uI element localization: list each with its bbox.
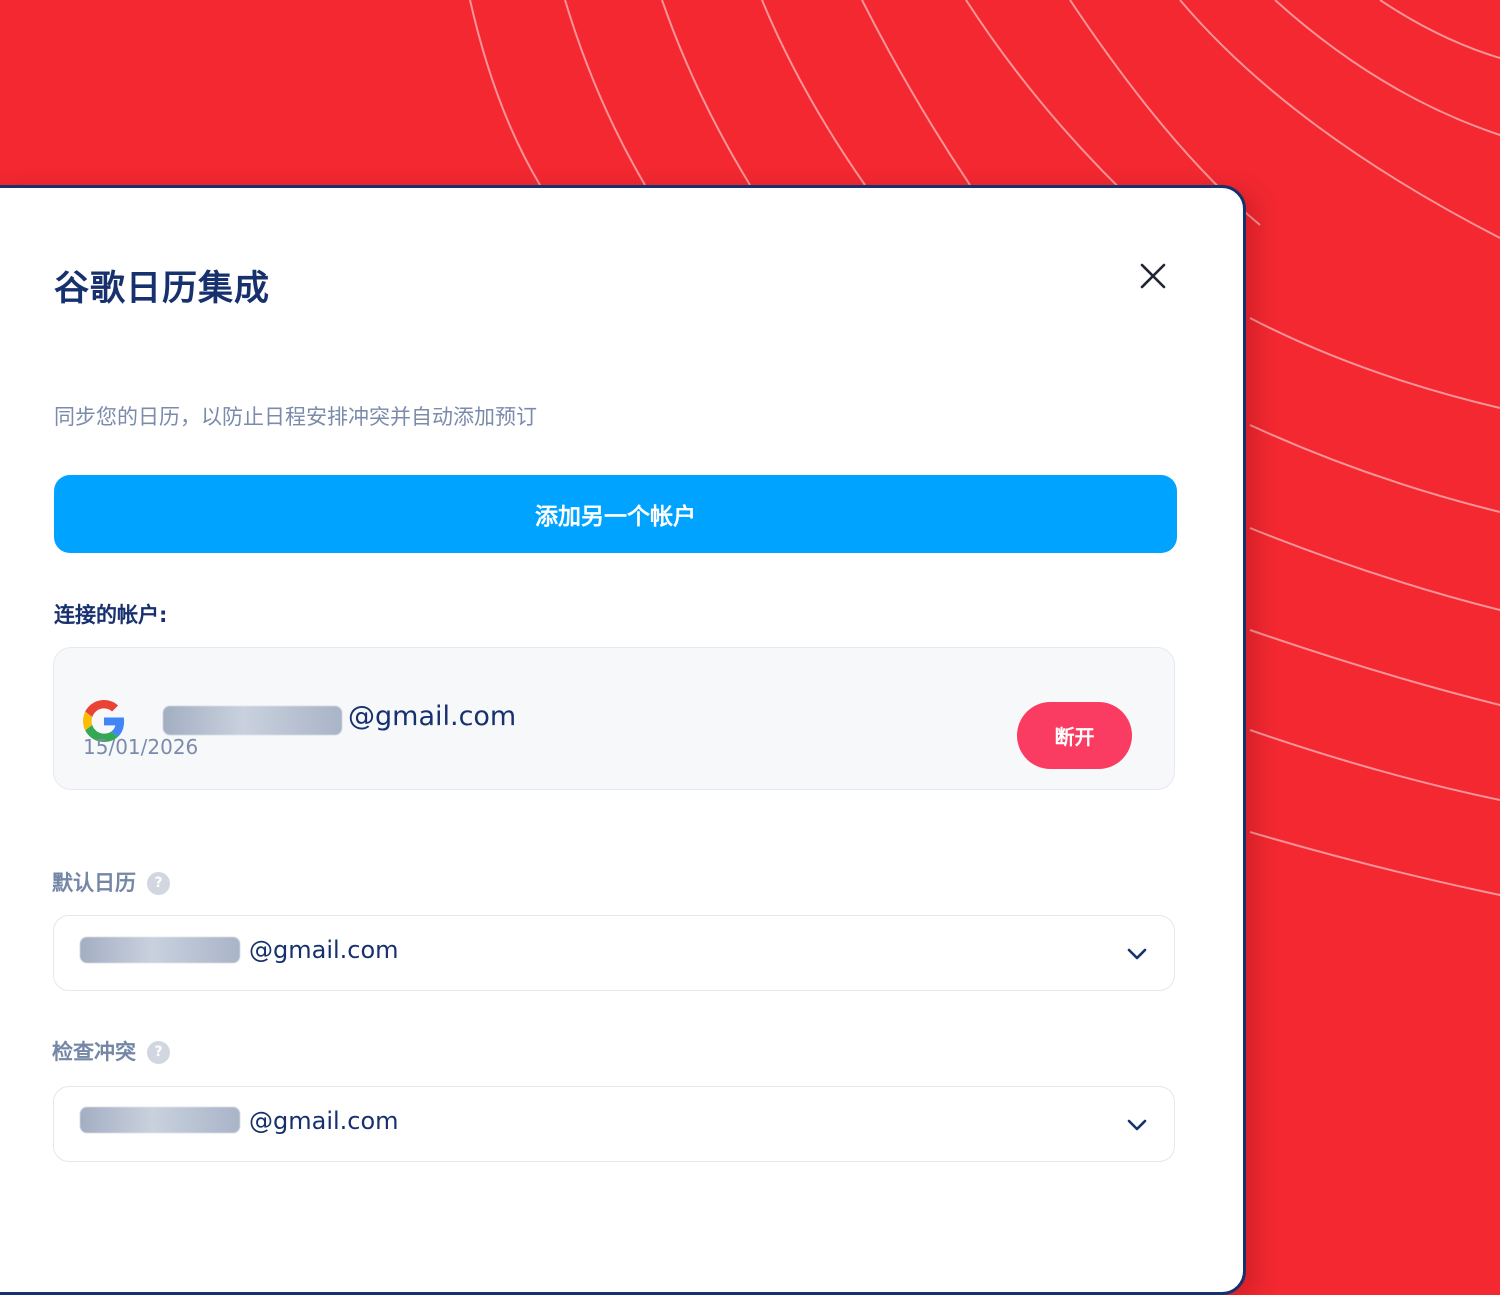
add-account-label: 添加另一个帐户 [535,504,696,530]
connected-accounts-label: 连接的帐户: [54,603,168,627]
add-account-button[interactable]: 添加另一个帐户 [54,475,1177,553]
disconnect-button[interactable]: 断开 [1017,702,1132,769]
check-conflicts-label: 检查冲突 ? [52,1037,170,1067]
close-icon [1140,263,1166,289]
close-button[interactable] [1133,256,1173,296]
disconnect-label: 断开 [1054,725,1095,749]
connected-account-card: @gmail.com 15/01/2026 断开 [53,647,1175,790]
check-conflicts-label-text: 检查冲突 [52,1040,136,1064]
check-conflicts-value: @gmail.com [249,1107,399,1135]
check-conflicts-select[interactable]: @gmail.com [53,1086,1175,1162]
default-calendar-value: @gmail.com [249,936,399,964]
account-email: @gmail.com [348,701,517,732]
redacted-email-username [80,1107,240,1133]
modal-title: 谷歌日历集成 [54,269,271,309]
modal-subtitle: 同步您的日历，以防止日程安排冲突并自动添加预订 [54,405,537,429]
google-calendar-modal: 谷歌日历集成 同步您的日历，以防止日程安排冲突并自动添加预订 添加另一个帐户 连… [0,185,1246,1295]
default-calendar-label-text: 默认日历 [52,871,136,895]
default-calendar-label: 默认日历 ? [52,868,170,898]
chevron-down-icon [1127,1119,1147,1131]
redacted-email-username [163,706,342,735]
modal-content: 谷歌日历集成 同步您的日历，以防止日程安排冲突并自动添加预订 添加另一个帐户 连… [3,188,1243,1292]
help-icon[interactable]: ? [147,871,170,895]
help-icon[interactable]: ? [147,1040,170,1064]
account-connected-date: 15/01/2026 [83,735,199,759]
default-calendar-select[interactable]: @gmail.com [53,915,1175,991]
redacted-email-username [80,937,240,963]
chevron-down-icon [1127,948,1147,960]
